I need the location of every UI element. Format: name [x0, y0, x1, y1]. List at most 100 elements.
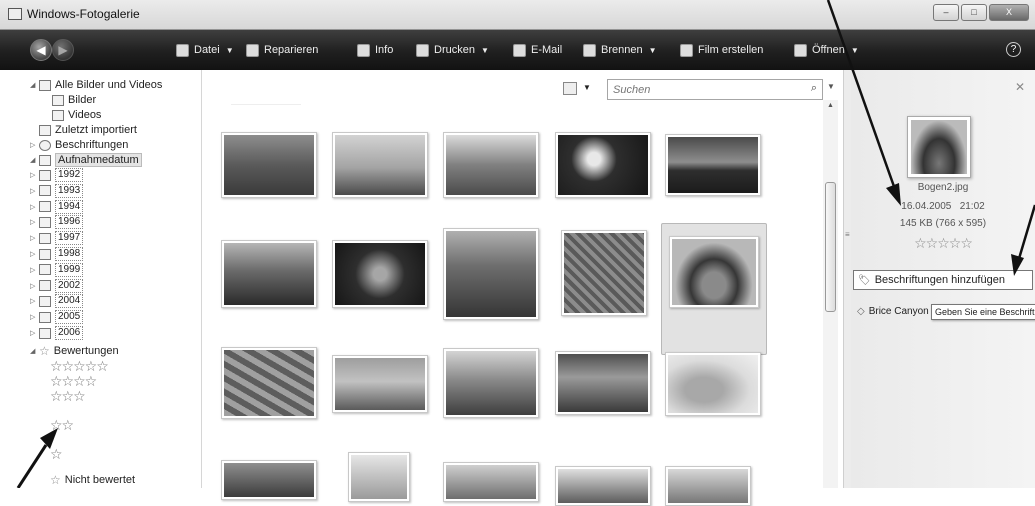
- nav-year[interactable]: ▷ 1993: [30, 183, 84, 198]
- calendar-icon: [39, 232, 51, 244]
- nav-year[interactable]: ▷ 1998: [30, 247, 84, 261]
- expand-icon[interactable]: ▷: [30, 141, 39, 149]
- photo-thumbnail[interactable]: [221, 460, 317, 500]
- photo-thumbnail[interactable]: [443, 462, 539, 502]
- expand-icon[interactable]: ▷: [30, 187, 39, 195]
- expand-icon[interactable]: ▷: [30, 250, 39, 258]
- toolbar-info-label: Info: [375, 44, 394, 56]
- expand-icon[interactable]: ◢: [30, 81, 39, 89]
- photo-thumbnail[interactable]: [443, 228, 539, 320]
- nav-ratings[interactable]: ◢ ☆ Bewertungen: [30, 344, 119, 358]
- close-icon[interactable]: ✕: [1015, 80, 1025, 94]
- rating-1-star[interactable]: ☆: [50, 446, 63, 463]
- expand-icon[interactable]: ▷: [30, 297, 39, 305]
- close-button[interactable]: X: [989, 4, 1029, 21]
- toolbar-info[interactable]: Info: [357, 42, 393, 58]
- photo-thumbnail[interactable]: [665, 466, 751, 506]
- view-icon[interactable]: [563, 82, 577, 95]
- photo-thumbnail[interactable]: [555, 351, 651, 415]
- search-box[interactable]: ⌕: [607, 79, 823, 100]
- expand-icon[interactable]: ◢: [30, 347, 39, 355]
- nav-year[interactable]: ▷ 1994: [30, 199, 84, 214]
- nav-year[interactable]: ▷ 1996: [30, 215, 84, 230]
- nav-not-rated[interactable]: ☆ Nicht bewertet: [50, 473, 135, 487]
- photo-thumbnail[interactable]: [348, 452, 410, 502]
- minimize-button[interactable]: –: [933, 4, 959, 21]
- window-title: Windows-Fotogalerie: [27, 7, 140, 21]
- nav-year[interactable]: ▷ 1992: [30, 168, 84, 182]
- expand-icon[interactable]: ▷: [30, 329, 39, 337]
- expand-icon[interactable]: ▷: [30, 234, 39, 242]
- photo-thumbnail[interactable]: [443, 132, 539, 198]
- photo-thumbnail[interactable]: [665, 352, 761, 416]
- nav-tags[interactable]: ▷ Beschriftungen: [30, 138, 128, 152]
- nav-pictures[interactable]: Bilder: [52, 93, 96, 107]
- forward-button[interactable]: ▶: [52, 39, 74, 61]
- toolbar-burn[interactable]: Brennen ▼: [583, 42, 657, 58]
- nav-year[interactable]: ▷ 2005: [30, 310, 84, 325]
- photo-thumbnail[interactable]: [561, 230, 647, 316]
- info-icon: [357, 43, 370, 57]
- toolbar-open[interactable]: Öffnen ▼: [794, 42, 859, 58]
- toolbar-print[interactable]: Drucken ▼: [416, 42, 489, 58]
- tag-icon: [39, 139, 51, 151]
- chevron-down-icon[interactable]: ▼: [827, 82, 835, 91]
- toolbar-fix[interactable]: Reparieren: [246, 42, 318, 58]
- expand-icon[interactable]: ◢: [30, 156, 39, 164]
- grip-icon[interactable]: ≡: [845, 230, 850, 239]
- photo-thumbnail[interactable]: [332, 132, 428, 198]
- nav-year[interactable]: ▷ 1997: [30, 231, 84, 246]
- photo-thumbnail[interactable]: [555, 132, 651, 198]
- expand-icon[interactable]: ▷: [30, 266, 39, 274]
- expand-icon[interactable]: ▷: [30, 203, 39, 211]
- scroll-thumb[interactable]: [825, 182, 836, 312]
- nav-all-items[interactable]: ◢ Alle Bilder und Videos: [30, 78, 162, 92]
- scroll-up-icon[interactable]: ▲: [823, 102, 838, 109]
- nav-year[interactable]: ▷ 1999: [30, 262, 84, 277]
- toolbar-email[interactable]: E-Mail: [513, 42, 562, 58]
- expand-icon[interactable]: ▷: [30, 313, 39, 321]
- help-icon[interactable]: ?: [1006, 42, 1021, 57]
- film-icon: [680, 43, 693, 57]
- add-tags-button[interactable]: 🏷 Beschriftungen hinzufügen: [853, 270, 1033, 290]
- search-icon[interactable]: ⌕: [811, 82, 817, 95]
- back-button[interactable]: ◀: [30, 39, 52, 61]
- nav-videos[interactable]: Videos: [52, 108, 101, 122]
- nav-year[interactable]: ▷ 2006: [30, 326, 84, 340]
- toolbar-movie[interactable]: Film erstellen: [680, 42, 763, 58]
- photo-thumbnail[interactable]: [555, 466, 651, 506]
- calendar-icon: [39, 201, 51, 213]
- photo-thumbnail[interactable]: [221, 347, 317, 419]
- nav-year[interactable]: ▷ 2004: [30, 294, 84, 309]
- chevron-down-icon: ▼: [225, 45, 234, 55]
- gallery-icon: [39, 79, 51, 91]
- photo-thumbnail[interactable]: [665, 134, 761, 196]
- expand-icon[interactable]: ▷: [30, 171, 39, 179]
- photo-thumbnail[interactable]: [443, 348, 539, 418]
- calendar-icon: [39, 295, 51, 307]
- photo-thumbnail[interactable]: [221, 240, 317, 308]
- maximize-button[interactable]: □: [961, 4, 987, 21]
- photo-thumbnail[interactable]: [332, 355, 428, 413]
- pane-splitter[interactable]: ≡: [843, 70, 851, 488]
- photo-thumbnail[interactable]: [221, 132, 317, 198]
- file-size: 145 KB (766 x 595): [899, 218, 987, 229]
- toolbar-file[interactable]: Datei ▼: [176, 42, 234, 58]
- rating-stars[interactable]: ☆☆☆☆☆: [851, 235, 1035, 252]
- photo-thumbnail[interactable]: [332, 240, 428, 308]
- scrollbar[interactable]: ▲: [823, 100, 838, 488]
- rating-3-stars[interactable]: ☆☆☆: [50, 388, 86, 405]
- nav-date-taken[interactable]: ◢ Aufnahmedatum: [30, 153, 142, 167]
- search-input[interactable]: [608, 80, 798, 99]
- group-divider: [231, 104, 301, 105]
- preview-image: [907, 116, 971, 178]
- nav-recently-imported[interactable]: Zuletzt importiert: [39, 123, 137, 137]
- rating-2-stars[interactable]: ☆☆: [50, 417, 74, 434]
- chevron-down-icon[interactable]: ▼: [583, 83, 591, 92]
- photo-thumbnail[interactable]: [669, 236, 759, 308]
- tag-item[interactable]: ◇ Brice Canyon: [857, 306, 929, 317]
- nav-year-label: 1994: [55, 199, 84, 214]
- expand-icon[interactable]: ▷: [30, 282, 39, 290]
- expand-icon[interactable]: ▷: [30, 218, 39, 226]
- nav-year[interactable]: ▷ 2002: [30, 278, 84, 293]
